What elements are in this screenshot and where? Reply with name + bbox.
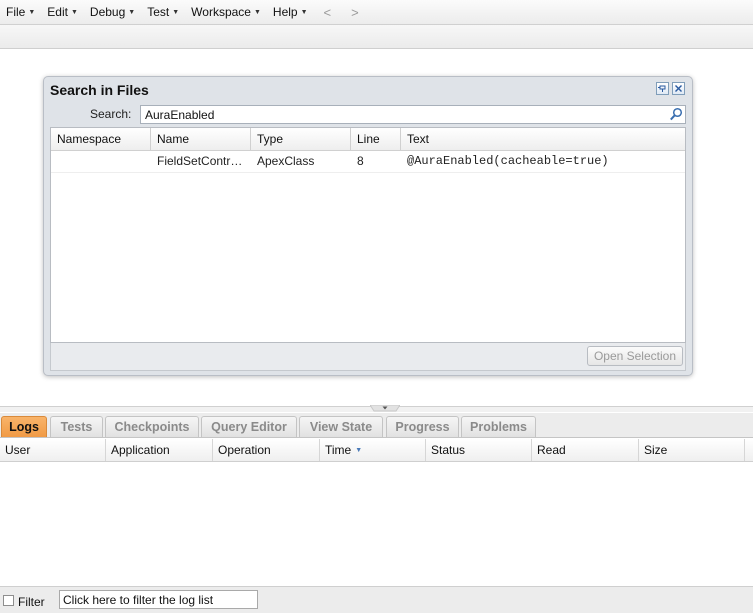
tab-checkpoints[interactable]: Checkpoints [105,416,199,437]
logs-list[interactable] [0,462,753,586]
menu-file-label: File [6,5,26,19]
menu-edit[interactable]: Edit ▼ [41,5,84,19]
col-user[interactable]: User [0,439,106,461]
menu-test-label: Test [147,5,170,19]
dialog-title: Search in Files [50,82,149,98]
chevron-down-icon: ▼ [300,8,308,16]
filter-bar: Filter [0,586,753,613]
chevron-down-icon: ▼ [172,8,180,16]
col-size[interactable]: Size [639,439,745,461]
pin-button[interactable] [656,82,669,95]
col-status-label: Status [431,443,466,457]
search-button[interactable] [669,107,684,122]
search-box [140,105,686,124]
filter-input[interactable] [59,590,258,609]
col-time[interactable]: Time ▼ [320,439,426,461]
col-application[interactable]: Application [106,439,213,461]
tab-logs[interactable]: Logs [1,416,47,437]
bottom-tab-bar: Logs Tests Checkpoints Query Editor View… [0,413,753,438]
col-read-label: Read [537,443,566,457]
col-operation-label: Operation [218,443,271,457]
col-namespace[interactable]: Namespace [51,128,151,150]
results-header: Namespace Name Type Line Text [51,128,685,151]
menu-help[interactable]: Help ▼ [267,5,314,19]
close-button[interactable] [672,82,685,95]
col-time-label: Time [325,443,352,457]
col-type[interactable]: Type [251,128,351,150]
sort-desc-icon: ▼ [355,446,363,454]
row-type: ApexClass [257,154,315,168]
col-read[interactable]: Read [532,439,639,461]
tab-progress[interactable]: Progress [386,416,459,437]
tab-tests[interactable]: Tests [50,416,103,437]
col-application-label: Application [111,443,170,457]
table-row[interactable]: FieldSetContro... ApexClass 8 @AuraEnabl… [51,151,685,173]
col-text[interactable]: Text [401,128,685,150]
menu-test[interactable]: Test ▼ [141,5,185,19]
tab-query-editor[interactable]: Query Editor [201,416,297,437]
tab-problems[interactable]: Problems [461,416,536,437]
row-name: FieldSetContro... [157,154,248,168]
tab-view-state[interactable]: View State [299,416,383,437]
row-line: 8 [357,154,364,168]
search-input[interactable] [141,106,669,123]
col-user-label: User [5,443,31,457]
chevron-down-icon: ▼ [128,8,136,16]
menu-debug-label: Debug [89,5,126,19]
menu-workspace[interactable]: Workspace ▼ [185,5,267,19]
open-selection-button[interactable]: Open Selection [586,346,683,366]
menu-debug[interactable]: Debug ▼ [84,5,141,19]
search-in-files-dialog: Search in Files Search: Namespace Name T… [43,76,693,376]
col-name[interactable]: Name [151,128,251,150]
dialog-footer: Open Selection [50,343,686,371]
nav-back-button[interactable]: < [314,5,342,20]
col-line[interactable]: Line [351,128,401,150]
chevron-down-icon: ▼ [253,8,261,16]
menu-bar: File ▼ Edit ▼ Debug ▼ Test ▼ Workspace ▼ Help… [0,0,753,25]
collapse-handle-icon[interactable] [370,405,400,413]
logs-header: User Application Operation Time ▼ Status … [0,439,753,462]
toolbar [0,25,753,49]
nav-forward-button[interactable]: > [341,5,369,20]
menu-file[interactable]: File ▼ [0,5,41,19]
panel-splitter[interactable] [0,405,753,413]
menu-edit-label: Edit [47,5,68,19]
search-icon [670,107,683,121]
close-icon [675,85,682,92]
menu-workspace-label: Workspace [191,5,251,19]
col-status[interactable]: Status [426,439,532,461]
filter-label: Filter [18,595,45,609]
search-results-grid: Namespace Name Type Line Text FieldSetCo… [50,127,686,343]
row-text: @AuraEnabled(cacheable=true) [407,154,609,168]
row-namespace [51,151,151,172]
col-size-label: Size [644,443,668,457]
search-label: Search: [90,107,132,121]
chevron-down-icon: ▼ [28,8,36,16]
pin-icon [658,85,666,92]
chevron-down-icon: ▼ [70,8,78,16]
col-operation[interactable]: Operation [213,439,320,461]
filter-checkbox[interactable] [3,595,14,606]
menu-help-label: Help [272,5,298,19]
